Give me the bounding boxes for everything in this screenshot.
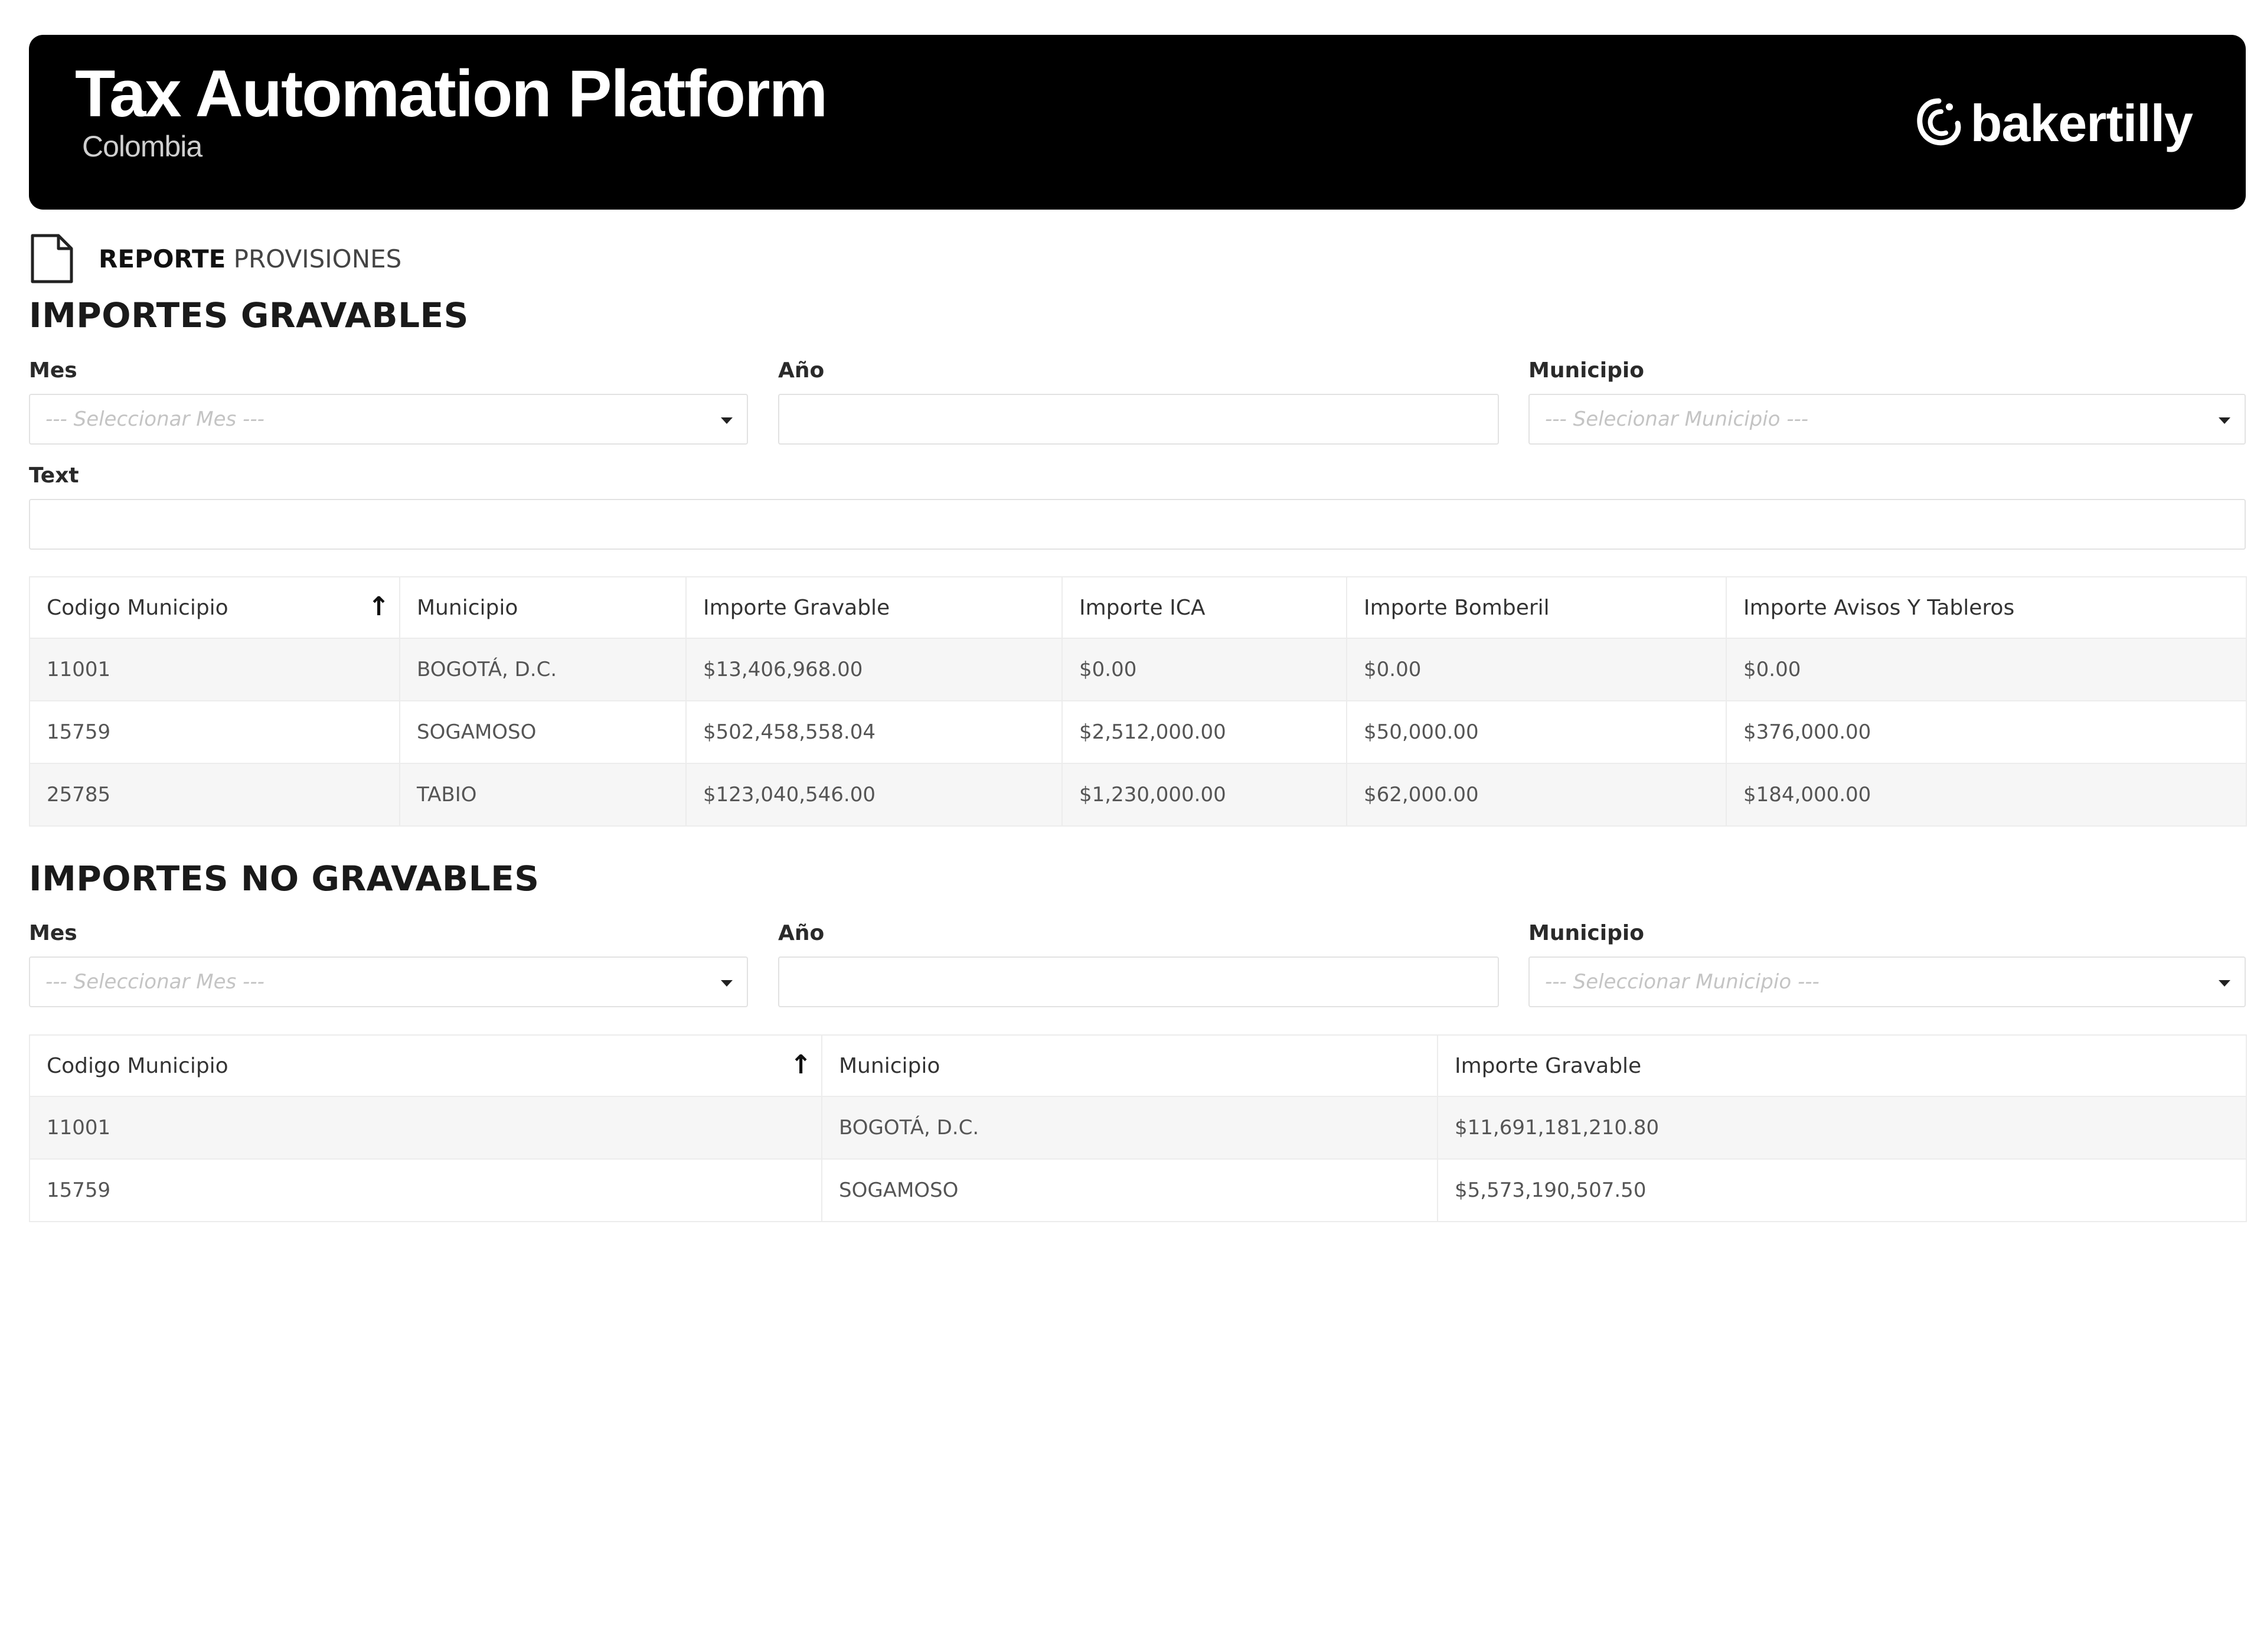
table-cell: 15759 <box>29 1158 822 1222</box>
column-header-label: Codigo Municipio <box>47 1053 228 1078</box>
breadcrumb: REPORTE PROVISIONES <box>29 232 401 285</box>
municipio-select[interactable]: --- Selecionar Municipio --- <box>1528 394 2246 445</box>
municipio-label: Municipio <box>1528 921 1644 945</box>
table-cell: BOGOTÁ, D.C. <box>399 638 687 701</box>
table-cell: 11001 <box>29 638 400 701</box>
column-header[interactable]: Codigo Municipio ↑ <box>29 576 400 639</box>
table-cell: $2,512,000.00 <box>1061 700 1347 764</box>
table-row[interactable]: 15759 SOGAMOSO $502,458,558.04 $2,512,00… <box>29 700 2247 764</box>
table-header-row: Codigo Municipio ↑ Municipio Importe Grav… <box>29 576 2247 639</box>
table-cell: $62,000.00 <box>1346 763 1727 827</box>
table-cell: $376,000.00 <box>1726 700 2247 764</box>
table-cell: SOGAMOSO <box>399 700 687 764</box>
company-logo[interactable]: bakertilly <box>1915 88 2193 159</box>
mes-select[interactable]: --- Seleccionar Mes --- <box>29 956 748 1007</box>
column-header[interactable]: Importe Avisos Y Tableros <box>1726 576 2247 639</box>
table-cell: $1,230,000.00 <box>1061 763 1347 827</box>
anio-label: Año <box>778 921 825 945</box>
chevron-down-icon <box>2219 417 2230 424</box>
no-gravables-table: Codigo Municipio ↑ Municipio Importe Grav… <box>29 1034 2247 1222</box>
table-cell: $0.00 <box>1346 638 1727 701</box>
column-header[interactable]: Importe Bomberil <box>1346 576 1727 639</box>
table-cell: $0.00 <box>1061 638 1347 701</box>
column-header-label: Codigo Municipio <box>47 595 228 620</box>
mes-placeholder: --- Seleccionar Mes --- <box>45 970 264 994</box>
municipio-placeholder: --- Selecionar Municipio --- <box>1545 407 1809 431</box>
table-cell: 25785 <box>29 763 400 827</box>
table-cell: $5,573,190,507.50 <box>1437 1158 2247 1222</box>
mes-placeholder: --- Seleccionar Mes --- <box>45 407 264 431</box>
header-banner: Tax Automation Platform Colombia bakerti… <box>29 35 2246 210</box>
table-cell: $123,040,546.00 <box>685 763 1063 827</box>
app-title: Tax Automation Platform <box>75 57 828 130</box>
document-icon <box>31 234 73 283</box>
app-subtitle: Colombia <box>82 130 202 163</box>
anio-input[interactable] <box>778 956 1499 1007</box>
column-header[interactable]: Municipio <box>399 576 687 639</box>
table-cell: SOGAMOSO <box>821 1158 1438 1222</box>
table-cell: $13,406,968.00 <box>685 638 1063 701</box>
logo-text: bakertilly <box>1970 94 2193 152</box>
section-title-no-gravables: IMPORTES NO GRAVABLES <box>29 858 540 899</box>
table-row[interactable]: 11001 BOGOTÁ, D.C. $11,691,181,210.80 <box>29 1096 2247 1160</box>
anio-input[interactable] <box>778 394 1499 445</box>
table-row[interactable]: 15759 SOGAMOSO $5,573,190,507.50 <box>29 1158 2247 1222</box>
table-cell: $11,691,181,210.80 <box>1437 1096 2247 1160</box>
table-cell: 11001 <box>29 1096 822 1160</box>
text-input[interactable] <box>29 499 2246 550</box>
table-cell: $50,000.00 <box>1346 700 1727 764</box>
table-cell: $184,000.00 <box>1726 763 2247 827</box>
breadcrumb-label: REPORTE PROVISIONES <box>99 244 401 273</box>
mes-label: Mes <box>29 358 77 383</box>
column-header[interactable]: Municipio <box>821 1034 1438 1097</box>
arrow-up-icon[interactable]: ↑ <box>790 1050 812 1080</box>
table-cell: $0.00 <box>1726 638 2247 701</box>
bakertilly-swirl-icon <box>1916 98 1961 146</box>
municipio-placeholder: --- Seleccionar Municipio --- <box>1545 970 1820 994</box>
anio-label: Año <box>778 358 825 383</box>
chevron-down-icon <box>2219 980 2230 987</box>
table-cell: BOGOTÁ, D.C. <box>821 1096 1438 1160</box>
table-cell: $502,458,558.04 <box>685 700 1063 764</box>
text-label: Text <box>29 463 79 488</box>
mes-label: Mes <box>29 921 77 945</box>
table-header-row: Codigo Municipio ↑ Municipio Importe Grav… <box>29 1034 2247 1097</box>
gravables-table: Codigo Municipio ↑ Municipio Importe Grav… <box>29 576 2247 827</box>
table-row[interactable]: 11001 BOGOTÁ, D.C. $13,406,968.00 $0.00 … <box>29 638 2247 701</box>
municipio-label: Municipio <box>1528 358 1644 383</box>
table-row[interactable]: 25785 TABIO $123,040,546.00 $1,230,000.0… <box>29 763 2247 827</box>
section-title-gravables: IMPORTES GRAVABLES <box>29 295 469 335</box>
column-header[interactable]: Importe Gravable <box>1437 1034 2247 1097</box>
municipio-select[interactable]: --- Seleccionar Municipio --- <box>1528 956 2246 1007</box>
column-header[interactable]: Codigo Municipio ↑ <box>29 1034 822 1097</box>
table-cell: TABIO <box>399 763 687 827</box>
mes-select[interactable]: --- Seleccionar Mes --- <box>29 394 748 445</box>
column-header[interactable]: Importe Gravable <box>685 576 1063 639</box>
chevron-down-icon <box>721 980 733 987</box>
arrow-up-icon[interactable]: ↑ <box>368 592 390 622</box>
chevron-down-icon <box>721 417 733 424</box>
table-cell: 15759 <box>29 700 400 764</box>
column-header[interactable]: Importe ICA <box>1061 576 1347 639</box>
breadcrumb-bold: REPORTE <box>99 244 226 273</box>
breadcrumb-rest: PROVISIONES <box>226 244 402 273</box>
